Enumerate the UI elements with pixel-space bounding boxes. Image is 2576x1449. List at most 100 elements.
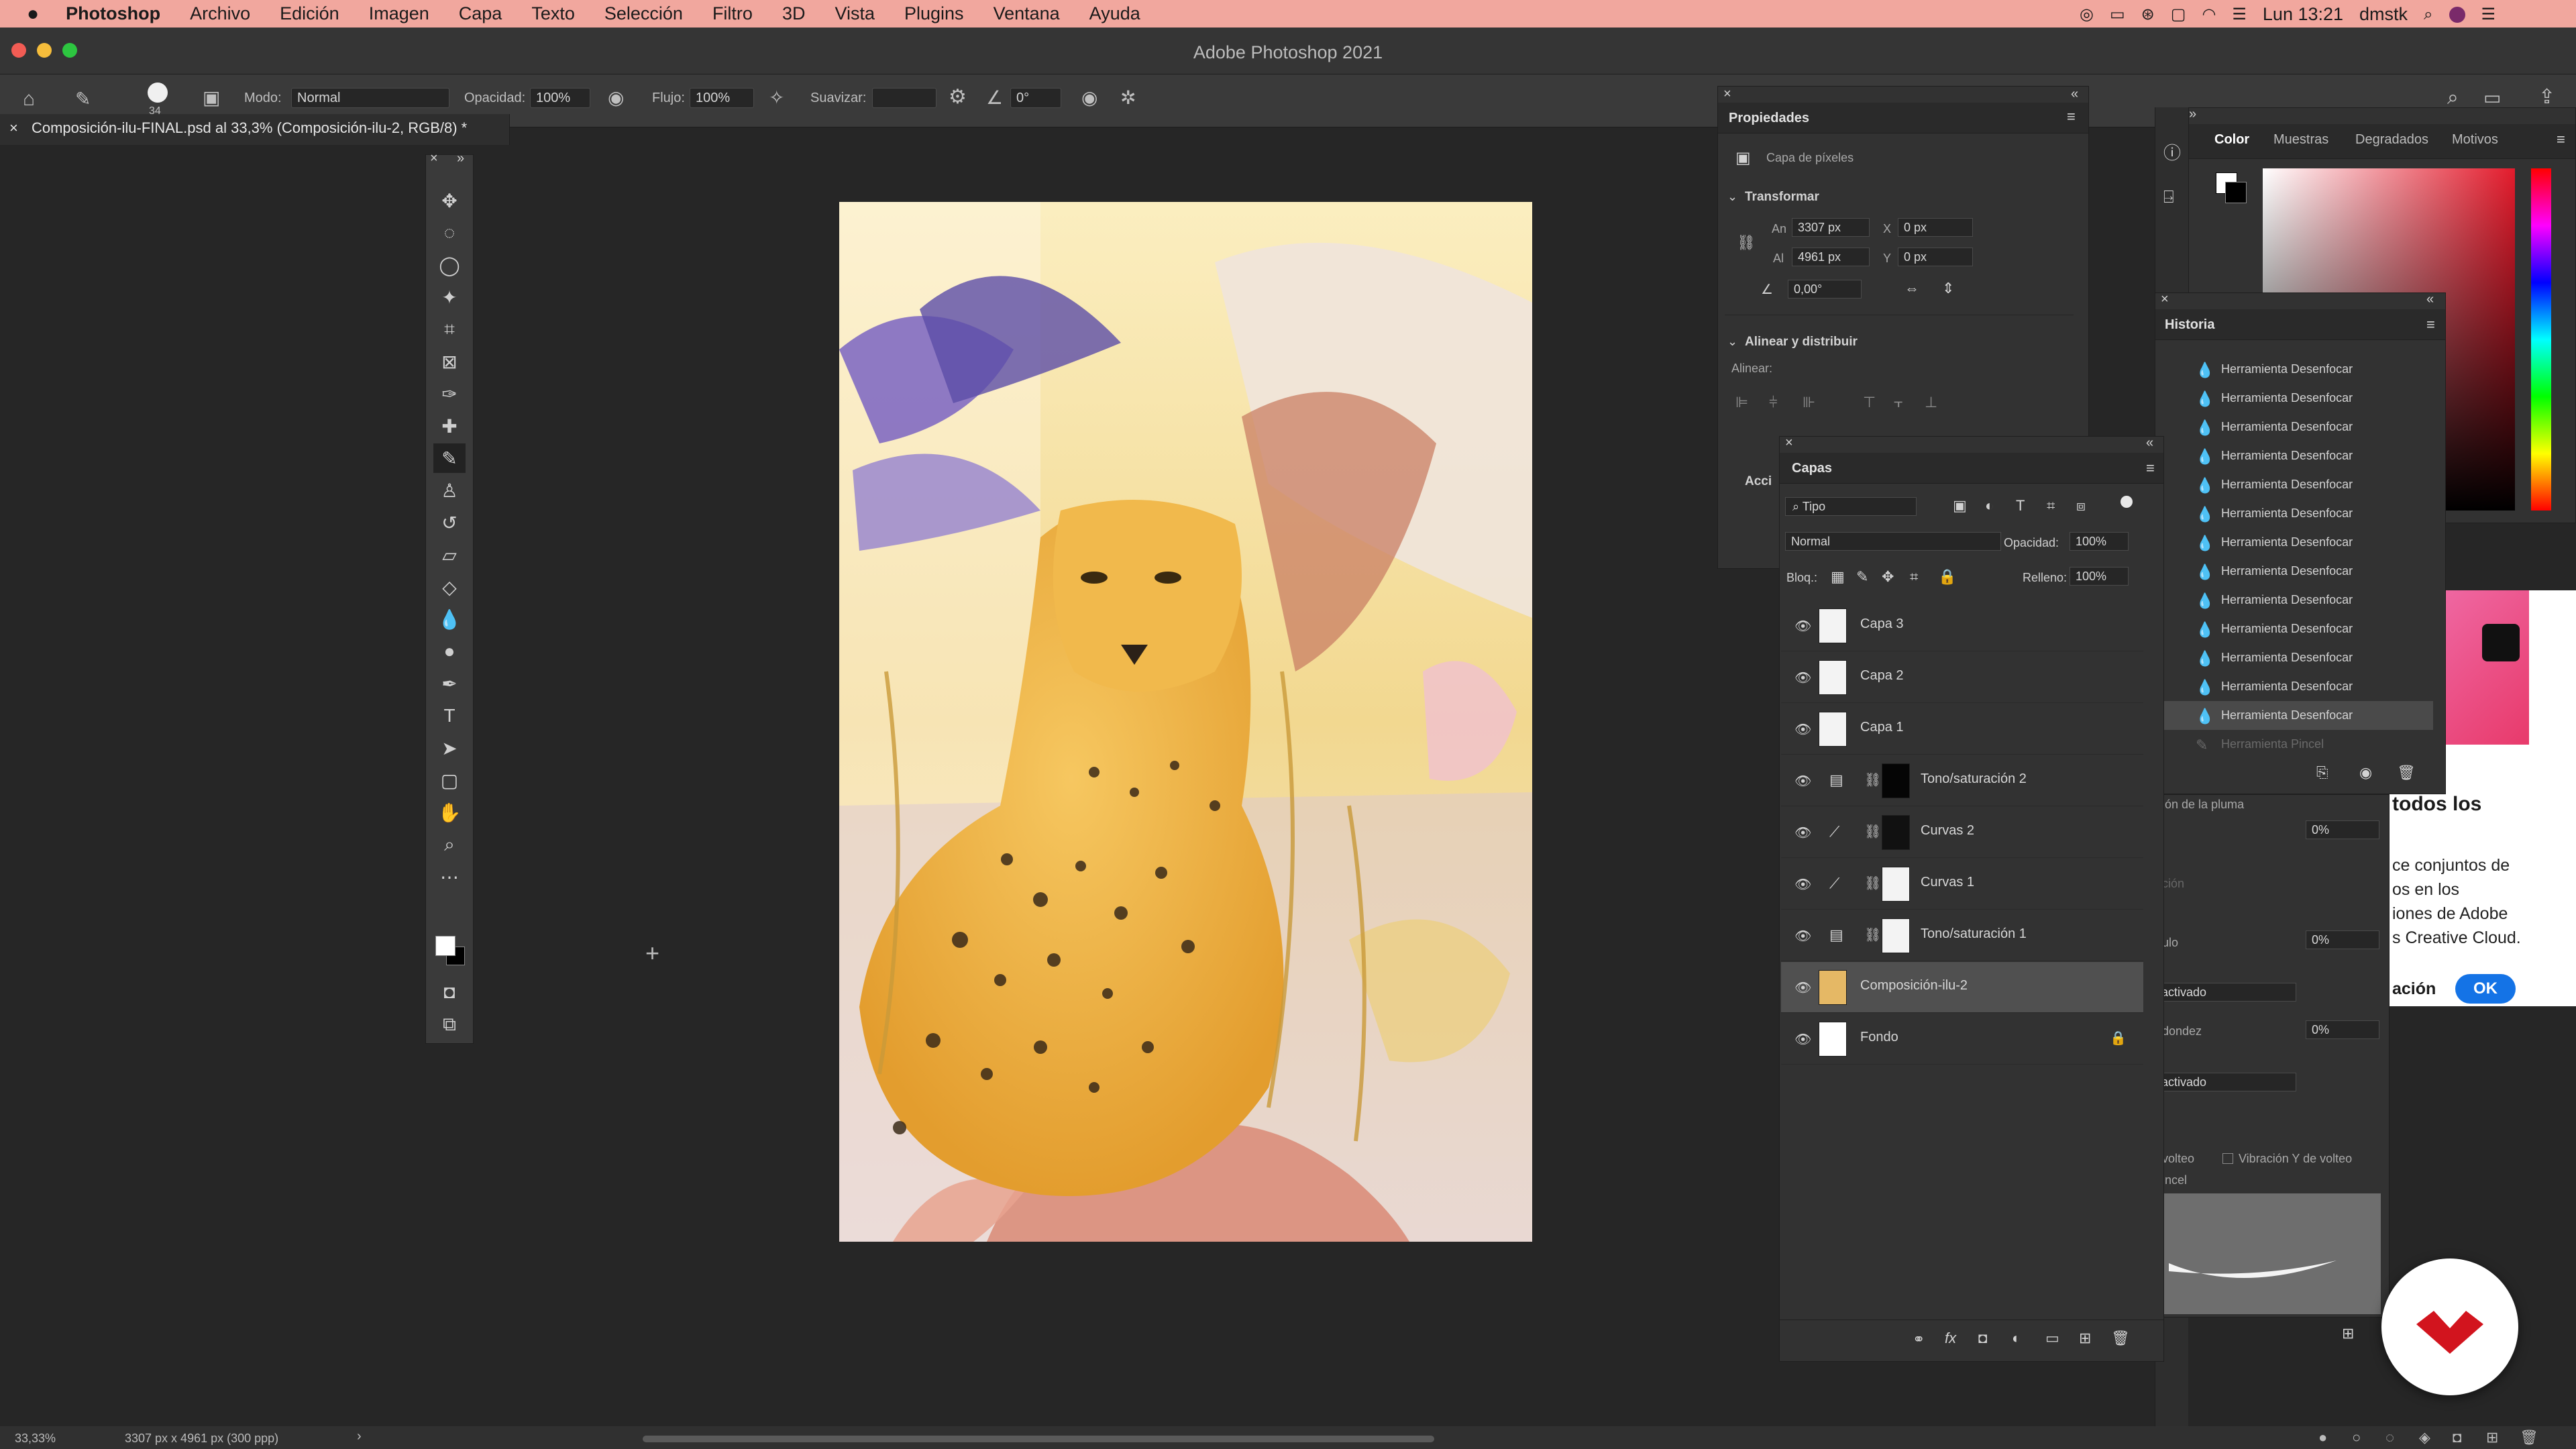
history-title[interactable]: Historia <box>2165 317 2214 333</box>
bucket-icon[interactable]: ◇ <box>433 572 466 602</box>
history-brush-icon[interactable]: ↺ <box>433 508 466 537</box>
history-step[interactable]: 💧 Herramienta Desenfocar <box>2155 470 2433 499</box>
layer-row[interactable]: 👁 Capa 1 <box>1781 704 2143 755</box>
dodge-icon[interactable]: ● <box>433 637 466 666</box>
align-chevron-icon[interactable]: ⌄ <box>1727 335 1737 349</box>
align-bottom-icon[interactable]: ⊥ <box>1925 394 1937 411</box>
eye-icon[interactable]: 👁 <box>1794 928 1811 945</box>
brush-setting-value[interactable]: 0% <box>2306 820 2379 839</box>
link-layers-icon[interactable]: ⚭ <box>1913 1331 1925 1348</box>
layer-name[interactable]: Fondo <box>1860 1030 1898 1045</box>
align-center-h-icon[interactable]: ⫩ <box>1769 394 1778 411</box>
eraser-icon[interactable]: ▱ <box>433 540 466 570</box>
mode-select[interactable]: Normal <box>291 88 449 108</box>
panel-menu-icon[interactable]: ≡ <box>2067 108 2076 125</box>
status-ring-icon[interactable]: ○ <box>2352 1429 2361 1446</box>
search-icon[interactable]: ⌕ <box>2447 87 2459 109</box>
layer-row[interactable]: 👁 Capa 2 <box>1781 652 2143 703</box>
lasso-icon[interactable]: ◯ <box>433 250 466 280</box>
brush-control-select[interactable]: activado <box>2155 1073 2296 1091</box>
adjustment-layer-row[interactable]: 👁 ⟋ ⛓ Curvas 1 <box>1781 859 2143 910</box>
snapshot-camera-icon[interactable]: ◉ <box>2359 764 2372 782</box>
lock-pixels-icon[interactable]: ✎ <box>1856 568 1868 586</box>
flip-vertical-icon[interactable]: ⇕ <box>1942 280 1954 297</box>
cast-icon[interactable]: ▭ <box>2110 5 2125 24</box>
layer-name[interactable]: Capa 2 <box>1860 668 1904 684</box>
healing-icon[interactable]: ✚ <box>433 411 466 441</box>
display-icon[interactable]: ▢ <box>2171 5 2186 24</box>
status-mask-icon[interactable]: ◘ <box>2453 1429 2461 1446</box>
close-tab-icon[interactable]: × <box>9 119 18 136</box>
adjustment-layer-row[interactable]: 👁 ▤ ⛓ Tono/saturación 1 <box>1781 910 2143 961</box>
shape-icon[interactable]: ▢ <box>433 765 466 795</box>
apple-icon[interactable]: ● <box>27 3 39 25</box>
filter-smart-object-icon[interactable]: ⧈ <box>2076 497 2086 515</box>
cc-popup-link[interactable]: ación <box>2392 979 2436 999</box>
ok-button[interactable]: OK <box>2455 974 2516 1004</box>
menu-imagen[interactable]: Imagen <box>369 3 429 24</box>
brush-setting-value[interactable]: 0% <box>2306 930 2379 949</box>
align-left-icon[interactable]: ⊫ <box>1735 394 1748 411</box>
layer-name[interactable]: Curvas 1 <box>1921 875 1974 890</box>
layer-name[interactable]: Tono/saturación 2 <box>1921 771 2027 787</box>
flow-field[interactable]: 100% <box>690 88 754 108</box>
clone-source-icon[interactable]: ⍈ <box>2163 186 2174 208</box>
transform-chevron-icon[interactable]: ⌄ <box>1727 190 1737 204</box>
status-diamond-icon[interactable]: ◈ <box>2419 1429 2430 1446</box>
document-info[interactable]: 3307 px x 4961 px (300 ppp) <box>125 1432 278 1446</box>
layer-mask-thumbnail[interactable] <box>1882 763 1910 798</box>
align-section-title[interactable]: Alinear y distribuir <box>1745 335 1858 350</box>
layer-filter-select[interactable]: ⌕ Tipo <box>1785 497 1917 516</box>
history-step[interactable]: 💧 Herramienta Desenfocar <box>2155 643 2433 672</box>
close-panel-icon[interactable]: × <box>1785 435 1793 451</box>
status-dotted-icon[interactable]: ◌ <box>2385 1429 2394 1446</box>
layer-name[interactable]: Capa 1 <box>1860 720 1904 735</box>
pressure-size-icon[interactable]: ◉ <box>1081 87 1097 109</box>
collapse-panel-icon[interactable]: « <box>2426 292 2434 307</box>
screen-mode-icon[interactable]: ⧉ <box>433 1010 466 1039</box>
fx-icon[interactable]: fx <box>1945 1330 1956 1347</box>
layer-mask-thumbnail[interactable] <box>1882 867 1910 902</box>
magic-wand-icon[interactable]: ✦ <box>433 282 466 312</box>
eye-icon[interactable]: 👁 <box>1794 824 1811 841</box>
eye-icon[interactable]: 👁 <box>1794 721 1811 738</box>
angle-field[interactable]: 0° <box>1010 88 1061 108</box>
layers-title[interactable]: Capas <box>1792 461 1832 476</box>
siri-icon[interactable] <box>2449 6 2465 23</box>
panel-menu-icon[interactable]: ≡ <box>2426 316 2435 333</box>
symmetry-icon[interactable]: ✲ <box>1120 87 1136 109</box>
opacity-field[interactable]: 100% <box>530 88 590 108</box>
creative-cloud-icon[interactable]: ◎ <box>2080 5 2094 24</box>
rotation-field[interactable]: 0,00° <box>1788 280 1862 299</box>
tab-motivos[interactable]: Motivos <box>2452 132 2498 148</box>
history-step[interactable]: 💧 Herramienta Desenfocar <box>2155 384 2433 413</box>
layer-name[interactable]: Capa 3 <box>1860 616 1904 632</box>
angle-icon[interactable]: ∠ <box>986 87 1003 109</box>
add-icon[interactable]: ⊞ <box>2342 1325 2354 1342</box>
new-adjustment-icon[interactable]: ◐ <box>2012 1330 2021 1347</box>
eye-icon[interactable]: 👁 <box>1794 773 1811 790</box>
flip-y-checkbox[interactable] <box>2222 1153 2233 1164</box>
brand-logo-button[interactable] <box>2381 1258 2518 1395</box>
history-step[interactable]: 💧 Herramienta Desenfocar <box>2155 586 2433 614</box>
status-circle-icon[interactable]: ● <box>2318 1429 2327 1446</box>
eye-icon[interactable]: 👁 <box>1794 618 1811 635</box>
search-icon[interactable]: ⌕ <box>2424 5 2432 24</box>
layer-row[interactable]: 👁 Capa 3 <box>1781 600 2143 651</box>
menu-edicion[interactable]: Edición <box>280 3 339 24</box>
menu-capa[interactable]: Capa <box>459 3 502 24</box>
align-center-v-icon[interactable]: ⫟ <box>1894 394 1902 411</box>
menu-texto[interactable]: Texto <box>531 3 575 24</box>
eye-icon[interactable]: 👁 <box>1794 979 1811 996</box>
history-step[interactable]: 💧 Herramienta Desenfocar <box>2155 499 2433 528</box>
brush-icon[interactable]: ✎ <box>433 443 466 473</box>
menu-plugins[interactable]: Plugins <box>904 3 964 24</box>
settings-gear-icon[interactable]: ⚙ <box>949 85 967 109</box>
history-step-current[interactable]: 💧 Herramienta Desenfocar <box>2155 701 2433 730</box>
hand-icon[interactable]: ✋ <box>433 798 466 827</box>
tab-degradados[interactable]: Degradados <box>2355 132 2428 148</box>
filter-toggle-icon[interactable] <box>2121 496 2133 508</box>
collapse-panel-icon[interactable]: « <box>2071 87 2078 102</box>
foreground-color-swatch[interactable] <box>435 936 455 956</box>
brush-control-select[interactable]: activado <box>2155 983 2296 1002</box>
